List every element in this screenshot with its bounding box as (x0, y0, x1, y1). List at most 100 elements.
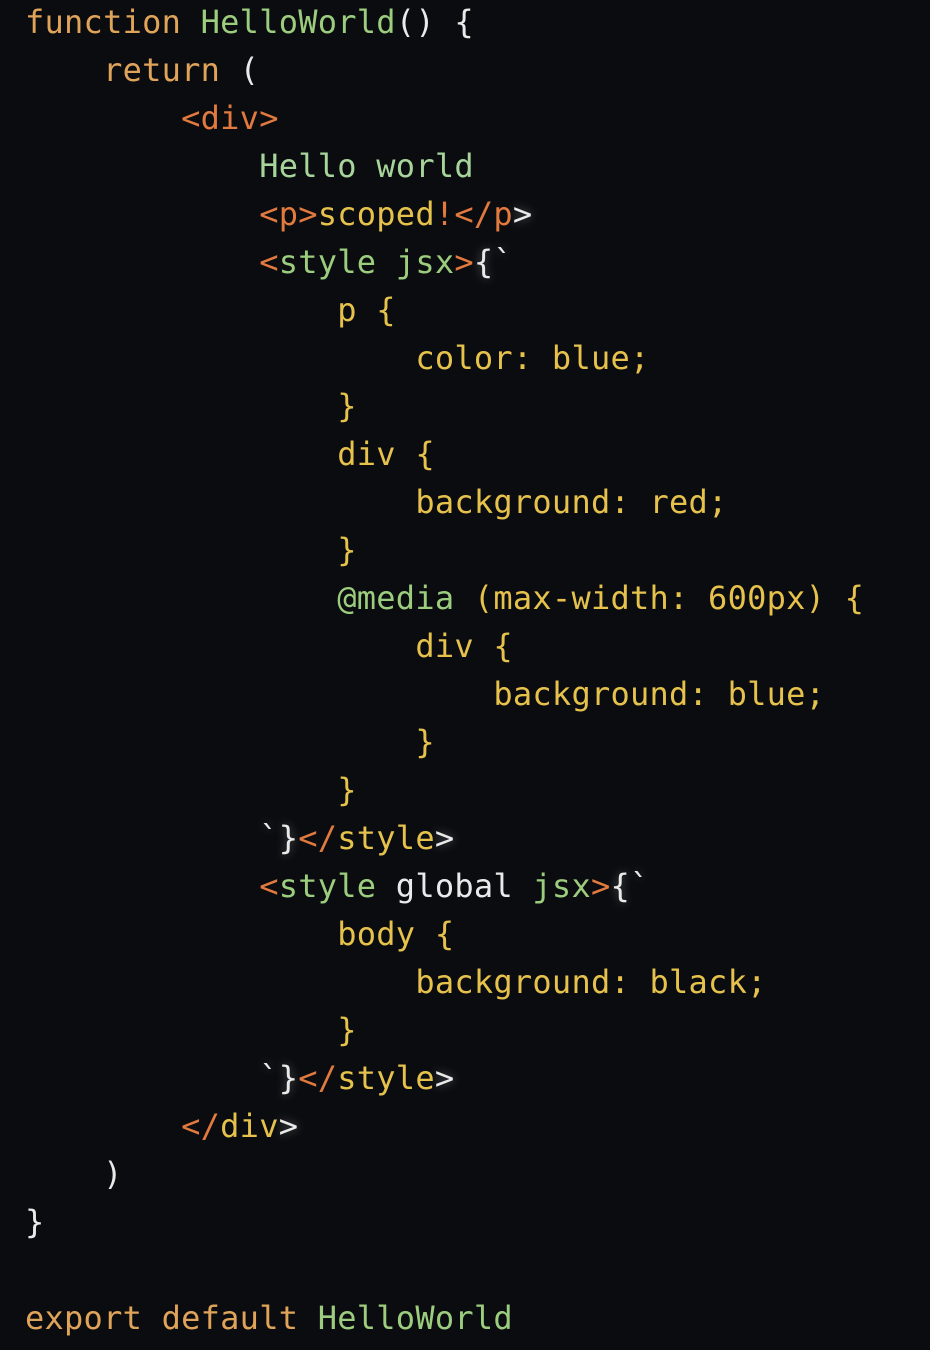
code-line[interactable]: </div> (25, 1104, 864, 1152)
code-token: } (337, 387, 357, 425)
code-line[interactable]: <style jsx>{` (25, 240, 864, 288)
code-token: > (512, 195, 533, 233)
code-token: <p> (259, 195, 318, 233)
code-line[interactable]: } (25, 768, 864, 816)
code-line[interactable]: } (25, 528, 864, 576)
code-line[interactable]: p { (25, 288, 864, 336)
code-line[interactable]: body { (25, 912, 864, 960)
code-line[interactable]: } (25, 384, 864, 432)
code-token: </ (298, 1059, 338, 1097)
code-token: ) (25, 1155, 123, 1193)
code-token: div { (415, 627, 513, 665)
code-token: export (25, 1299, 143, 1337)
code-token: } (415, 723, 435, 761)
code-line[interactable]: function HelloWorld() { (25, 0, 864, 48)
code-line[interactable]: } (25, 720, 864, 768)
code-token: function (25, 3, 182, 41)
code-token: !</p (434, 195, 513, 233)
code-token: <div> (181, 99, 279, 137)
code-token: scoped (317, 195, 435, 233)
code-line[interactable]: Hello world (25, 144, 864, 192)
code-line[interactable]: ) (25, 1152, 864, 1200)
code-line[interactable]: <div> (25, 96, 864, 144)
code-token: HelloWorld (200, 3, 396, 41)
code-token: background: black; (415, 963, 767, 1001)
code-token: style (337, 1059, 435, 1097)
code-token: > (590, 867, 611, 905)
code-token: `} (25, 1059, 299, 1097)
code-token: style (337, 819, 435, 857)
code-token: > (434, 1059, 455, 1097)
code-token: } (337, 1011, 357, 1049)
code-token: () { (395, 3, 474, 41)
code-line[interactable]: } (25, 1200, 864, 1248)
code-token: @media (337, 579, 455, 617)
code-line[interactable]: `}</style> (25, 1056, 864, 1104)
code-line[interactable]: } (25, 1008, 864, 1056)
code-line[interactable]: return ( (25, 48, 864, 96)
code-line[interactable]: @media (max-width: 600px) { (25, 576, 864, 624)
code-line[interactable]: div { (25, 432, 864, 480)
code-token: < (259, 867, 279, 905)
code-token: HelloWorld (317, 1299, 513, 1337)
code-token: > (434, 819, 455, 857)
code-token: jsx (532, 867, 591, 905)
code-token: Hello world (259, 147, 474, 185)
code-line[interactable]: <p>scoped!</p> (25, 192, 864, 240)
code-line[interactable]: color: blue; (25, 336, 864, 384)
code-editor[interactable]: function HelloWorld() { return ( <div> H… (0, 0, 930, 1350)
code-token: </ (181, 1107, 221, 1145)
code-token: div (220, 1107, 279, 1145)
code-token: } (337, 771, 357, 809)
code-token: body { (337, 915, 455, 953)
code-token: style (278, 867, 377, 905)
code-line[interactable]: background: black; (25, 960, 864, 1008)
code-token: default (161, 1299, 299, 1337)
code-line[interactable]: background: red; (25, 480, 864, 528)
code-token: > (454, 243, 474, 281)
code-token: global (376, 867, 533, 905)
code-block[interactable]: function HelloWorld() { return ( <div> H… (25, 0, 864, 1344)
code-token: style jsx (278, 243, 455, 281)
code-token: div { (337, 435, 435, 473)
code-token: background: blue; (493, 675, 826, 713)
code-line[interactable]: export default HelloWorld (25, 1296, 864, 1344)
code-token: < (259, 243, 279, 281)
code-token: p { (337, 291, 396, 329)
code-token: return (103, 51, 221, 89)
code-line[interactable] (25, 1248, 864, 1296)
code-token: } (25, 1203, 45, 1241)
code-token: } (337, 531, 357, 569)
code-token: {` (473, 243, 513, 281)
code-line[interactable]: `}</style> (25, 816, 864, 864)
code-token: background: red; (415, 483, 728, 521)
code-line[interactable]: div { (25, 624, 864, 672)
code-line[interactable]: <style global jsx>{` (25, 864, 864, 912)
code-token: {` (610, 867, 650, 905)
code-line[interactable]: background: blue; (25, 672, 864, 720)
code-token: </ (298, 819, 338, 857)
